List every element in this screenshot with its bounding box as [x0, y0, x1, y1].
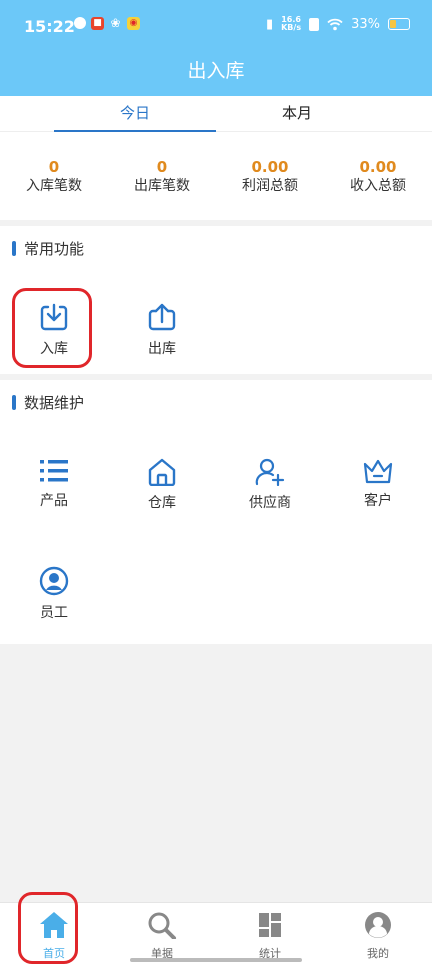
- profile-icon: [365, 912, 391, 938]
- section-marker: [12, 241, 16, 256]
- home-indicator: [130, 958, 302, 962]
- stat-label: 入库笔数: [26, 178, 82, 194]
- stat-value: 0: [156, 158, 168, 176]
- status-right: ▮ 16.6 KB/s 33%: [266, 16, 410, 32]
- data-maintenance-section: 数据维护 产品 仓库 供应商 客户 员工: [0, 380, 432, 644]
- tab-this-month[interactable]: 本月: [216, 96, 378, 132]
- section-marker: [12, 395, 16, 410]
- stat-stock-out-count: 0 出库笔数: [108, 158, 216, 196]
- status-time: 15:22: [24, 17, 75, 36]
- stat-value: 0.00: [251, 158, 289, 176]
- search-icon: [148, 912, 176, 940]
- vibrate-icon: ▮: [265, 16, 274, 32]
- nav-mine-label: 我的: [367, 947, 389, 960]
- stock-out-icon: [148, 303, 176, 331]
- weibo-icon: ◉: [127, 17, 140, 30]
- stats-row: 0 入库笔数 0 出库笔数 0.00 利润总额 0.00 收入总额: [0, 158, 432, 196]
- app-notification-icon: ❀: [110, 16, 121, 30]
- crown-icon: [363, 459, 393, 484]
- section-title: 数据维护: [24, 394, 85, 412]
- list-icon: [40, 460, 68, 482]
- stat-label: 利润总额: [242, 178, 298, 194]
- dashboard-icon: [259, 913, 281, 937]
- warehouse-label: 仓库: [148, 495, 176, 511]
- products-button[interactable]: 产品: [14, 458, 94, 528]
- stats-card: 今日 本月 0 入库笔数 0 出库笔数 0.00 利润总额 0.00 收入总额: [0, 96, 432, 220]
- period-tabs: 今日 本月: [0, 96, 432, 132]
- stat-value: 0: [48, 158, 60, 176]
- customer-label: 客户: [364, 493, 392, 509]
- app-notification-icon: [74, 17, 86, 29]
- nav-mine[interactable]: 我的: [324, 911, 432, 961]
- nav-statistics[interactable]: 统计: [216, 911, 324, 961]
- sim-icon: [309, 17, 320, 31]
- stat-value: 0.00: [359, 158, 397, 176]
- highlight-home: [18, 892, 78, 964]
- section-title: 常用功能: [24, 240, 85, 258]
- section-header: 数据维护: [12, 392, 84, 413]
- stat-total-revenue: 0.00 收入总额: [324, 158, 432, 196]
- employee-button[interactable]: 员工: [14, 566, 94, 636]
- wifi-icon: [327, 18, 343, 30]
- stat-label: 出库笔数: [134, 178, 190, 194]
- products-label: 产品: [40, 493, 68, 509]
- notification-icons: ■ ❀ ◉: [74, 17, 140, 30]
- stat-stock-in-count: 0 入库笔数: [0, 158, 108, 196]
- supplier-label: 供应商: [249, 495, 291, 511]
- customer-button[interactable]: 客户: [338, 458, 418, 528]
- battery-icon: [388, 18, 410, 30]
- user-icon: [39, 566, 69, 596]
- stat-label: 收入总额: [350, 178, 406, 194]
- employee-label: 员工: [40, 605, 68, 621]
- add-user-icon: [255, 458, 285, 486]
- warehouse-icon: [148, 458, 176, 486]
- highlight-stock-in: [12, 288, 92, 368]
- header: 15:22 ■ ❀ ◉ ▮ 16.6 KB/s 33% 出入库: [0, 0, 432, 96]
- section-header: 常用功能: [12, 238, 84, 259]
- page-title: 出入库: [187, 60, 245, 82]
- net-speed-unit: KB/s: [281, 23, 302, 32]
- app-notification-icon: ■: [91, 17, 104, 30]
- warehouse-button[interactable]: 仓库: [122, 458, 202, 528]
- stock-out-button[interactable]: 出库: [122, 302, 202, 372]
- net-speed: 16.6 KB/s: [281, 16, 301, 32]
- status-bar: 15:22 ■ ❀ ◉ ▮ 16.6 KB/s 33%: [0, 0, 432, 52]
- stat-total-profit: 0.00 利润总额: [216, 158, 324, 196]
- nav-documents[interactable]: 单据: [108, 911, 216, 961]
- tab-today[interactable]: 今日: [54, 96, 216, 132]
- stock-out-label: 出库: [148, 341, 176, 357]
- battery-text: 33%: [351, 16, 380, 32]
- supplier-button[interactable]: 供应商: [230, 458, 310, 528]
